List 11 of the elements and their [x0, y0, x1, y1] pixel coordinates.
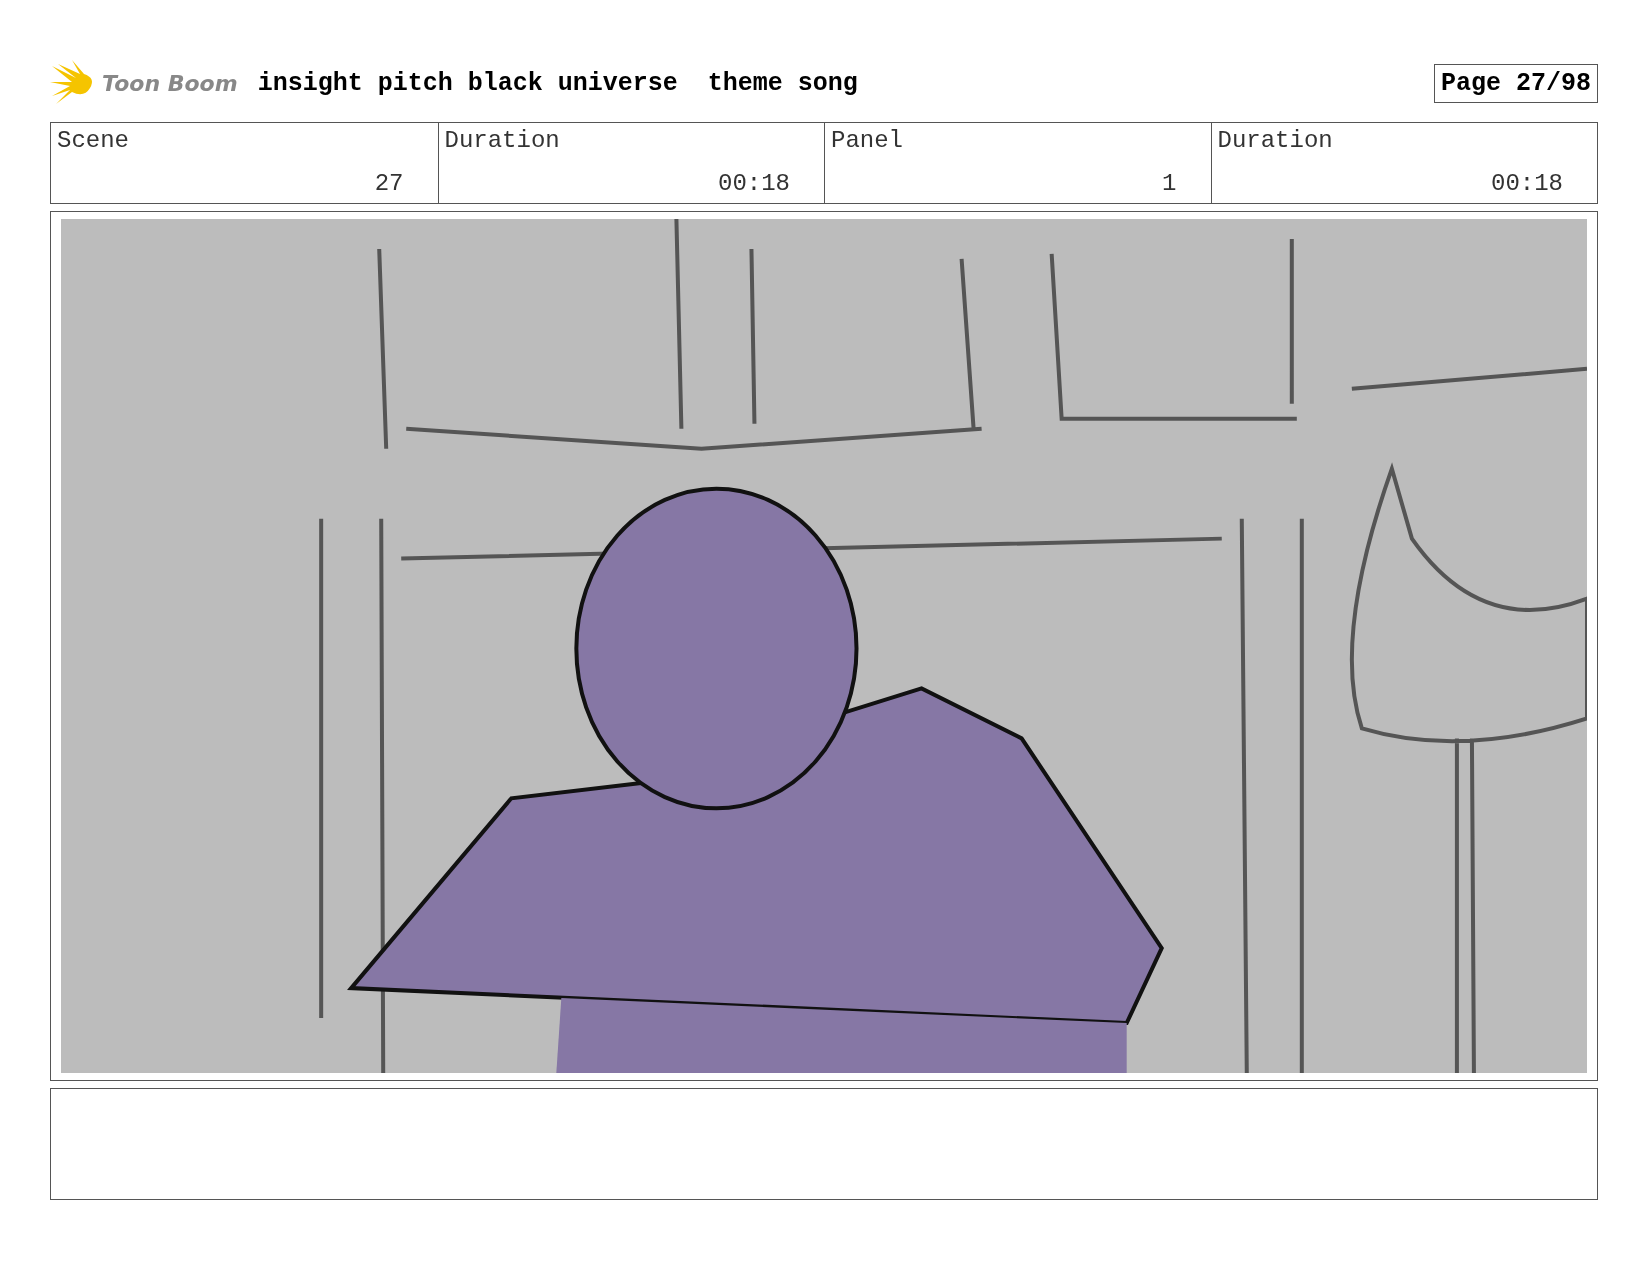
- field-label: Panel: [831, 127, 904, 154]
- field-value: 00:18: [1491, 170, 1563, 197]
- logo-text: Toon Boom: [102, 70, 238, 96]
- field-value: 00:18: [718, 170, 790, 197]
- field-label: Duration: [444, 127, 561, 154]
- field-label: Scene: [57, 127, 130, 154]
- field-label: Duration: [1217, 127, 1334, 154]
- field-value: 1: [1162, 170, 1177, 197]
- storyboard-title: insight pitch black universe theme song: [257, 68, 858, 98]
- field-value: 27: [374, 170, 404, 197]
- page-number: Page 27/98: [1433, 63, 1598, 103]
